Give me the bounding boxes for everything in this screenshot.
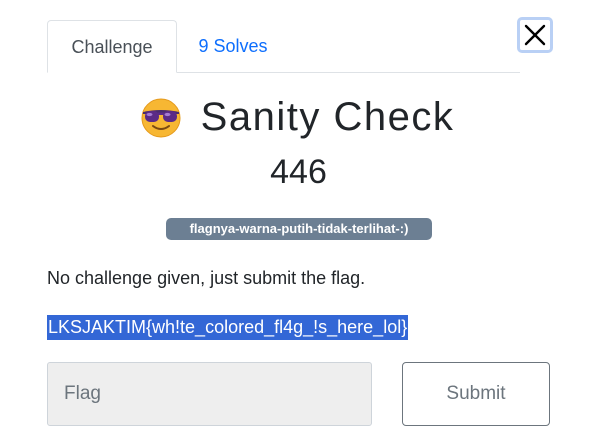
challenge-description: No challenge given, just submit the flag… — [47, 268, 366, 288]
challenge-modal: Challenge 9 Solves Sanity Check 446 flag… — [0, 0, 593, 442]
challenge-name: Sanity Check — [200, 95, 455, 139]
challenge-title-row: Sanity Check — [0, 92, 593, 142]
tab-challenge[interactable]: Challenge — [47, 20, 177, 73]
close-button[interactable] — [517, 17, 553, 53]
flag-input[interactable] — [47, 362, 372, 426]
tab-solves[interactable]: 9 Solves — [185, 20, 281, 72]
submit-button[interactable]: Submit — [402, 362, 550, 426]
close-icon — [524, 24, 546, 46]
challenge-tag: flagnya-warna-putih-tidak-terlihat-:) — [166, 218, 432, 240]
hidden-flag-text: LKSJAKTIM{wh!te_colored_fl4g_!s_here_lol… — [47, 315, 409, 340]
sunglasses-emoji-icon — [141, 98, 181, 138]
challenge-tabs: Challenge 9 Solves — [47, 20, 520, 73]
challenge-points: 446 — [270, 153, 327, 191]
